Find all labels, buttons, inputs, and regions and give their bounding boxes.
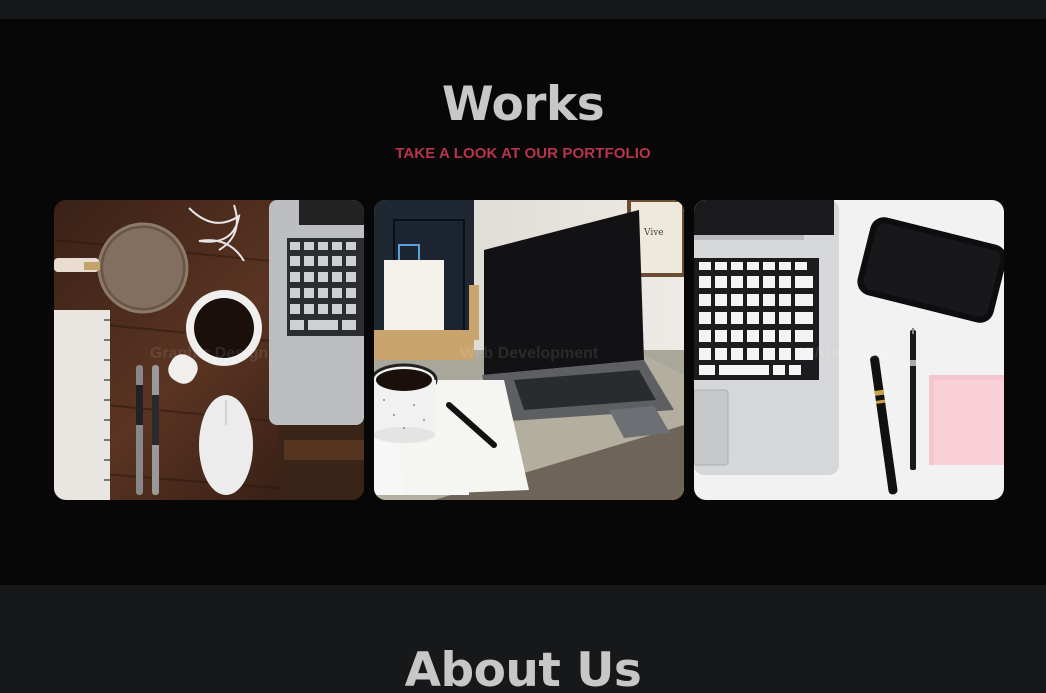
works-section: Works TAKE A LOOK AT OUR PORTFOLIO Graph… <box>0 19 1046 585</box>
about-section: About Us <box>0 585 1046 693</box>
works-title: Works <box>441 77 605 132</box>
top-section-edge <box>0 0 1046 19</box>
portfolio-card-2-label: Web Development <box>459 345 599 362</box>
portfolio-card-2[interactable]: Vive Web Development <box>374 200 684 500</box>
portfolio-card-1-label: Graphic Design <box>149 345 269 362</box>
portfolio-card-3[interactable]: UI/UX Design <box>694 200 1004 500</box>
svg-text:Vive: Vive <box>643 228 664 238</box>
portfolio-card-3-label: UI/UX Design <box>798 345 900 362</box>
about-title: About Us <box>404 643 642 693</box>
works-subtitle: TAKE A LOOK AT OUR PORTFOLIO <box>395 145 651 162</box>
portfolio-card-1[interactable]: Graphic Design <box>54 200 364 500</box>
